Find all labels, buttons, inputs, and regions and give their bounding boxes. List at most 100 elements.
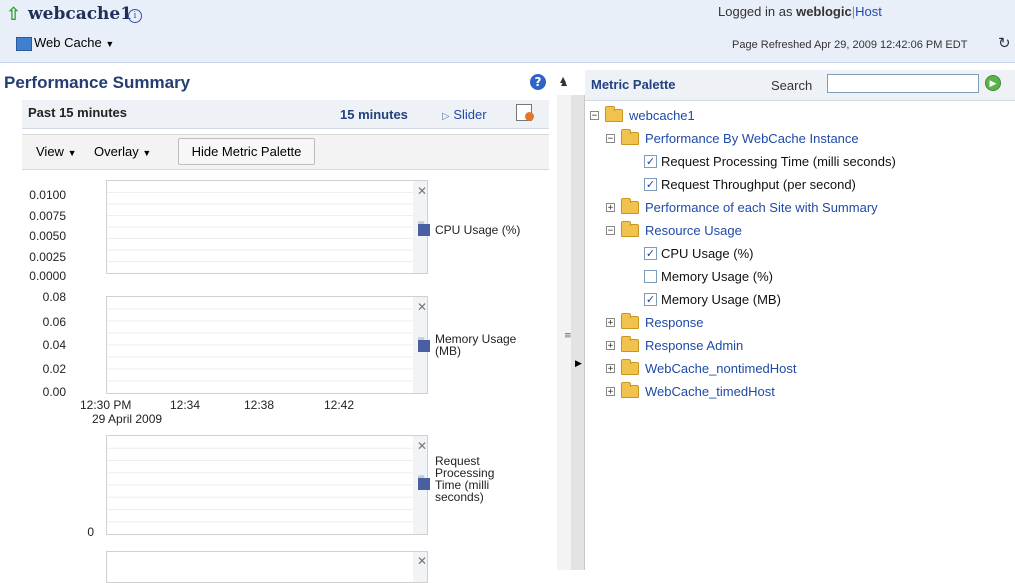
slider-play-icon: ▷ — [442, 111, 450, 122]
expand-icon[interactable]: + — [606, 340, 615, 350]
x-tick: 12:34 — [170, 398, 201, 412]
metric-checkbox[interactable] — [644, 269, 657, 283]
period-label: Past 15 minutes — [28, 105, 127, 120]
expand-icon[interactable]: + — [606, 363, 615, 373]
expand-icon[interactable]: + — [606, 202, 615, 212]
tree-folder-item[interactable]: + WebCache_timedHost — [606, 381, 775, 400]
tree-folder-item[interactable]: − Resource Usage — [606, 220, 742, 239]
tree-folder-item[interactable]: + WebCache_nontimedHost — [606, 358, 797, 377]
view-menu[interactable]: View ▼ — [36, 144, 77, 159]
collapse-arrow-icon[interactable]: ▶ — [575, 359, 582, 369]
y-tick: 0.0000 — [29, 269, 66, 283]
request-time-chart: ✕ ≡ Request Processing Time (milli secon… — [22, 433, 549, 543]
cpu-chart: 0.0100 0.0075 0.0050 0.0025 0.0000 ✕ ≡ C… — [22, 178, 549, 292]
collapse-icon[interactable]: − — [606, 133, 615, 143]
metric-checkbox[interactable]: ✓ — [644, 177, 657, 191]
tree-folder-item[interactable]: + Response Admin — [606, 335, 743, 354]
tree-item-label: Memory Usage (%) — [661, 268, 773, 284]
metric-palette-header: Metric Palette Search ▶ — [585, 70, 1015, 101]
page-header: ⇧ webcache1 i Web Cache ▼ Logged in as w… — [0, 0, 1015, 63]
summary-period-bar: Past 15 minutes 15 minutes ▷ Slider — [22, 100, 549, 129]
legend-label: seconds) — [435, 490, 484, 504]
tree-metric-item[interactable]: ✓ Request Throughput (per second) — [644, 175, 856, 193]
collapse-icon[interactable]: − — [590, 110, 599, 120]
target-menu-label: Web Cache — [34, 35, 102, 50]
tree-folder-item[interactable]: + Response — [606, 312, 704, 331]
tree-item-label[interactable]: Performance of each Site with Summary — [645, 200, 878, 215]
tree-metric-item[interactable]: ✓ CPU Usage (%) — [644, 244, 753, 262]
tree-item-label[interactable]: webcache1 — [629, 108, 695, 123]
webcache-menu-icon — [16, 37, 32, 51]
refresh-icon[interactable]: ↻ — [998, 34, 1011, 52]
tree-metric-item[interactable]: ✓ Request Processing Time (milli seconds) — [644, 152, 896, 170]
tree-item-label[interactable]: WebCache_nontimedHost — [645, 361, 797, 376]
close-icon[interactable]: ✕ — [417, 554, 427, 568]
folder-icon — [621, 358, 639, 375]
x-axis-date: 29 April 2009 — [92, 412, 163, 426]
metric-checkbox[interactable]: ✓ — [644, 246, 657, 260]
help-icon[interactable]: ? — [530, 74, 546, 90]
tree-folder-item[interactable]: − webcache1 — [590, 105, 695, 124]
host-link[interactable]: Host — [855, 4, 882, 19]
scroll-up-arrow-icon[interactable]: ▲ — [561, 78, 567, 87]
hide-metric-palette-button[interactable]: Hide Metric Palette — [178, 138, 315, 165]
folder-icon — [621, 312, 639, 329]
info-icon[interactable]: i — [128, 9, 142, 23]
overlay-menu[interactable]: Overlay ▼ — [94, 144, 151, 159]
legend-swatch — [418, 340, 430, 352]
expand-icon[interactable]: + — [606, 386, 615, 396]
tree-metric-item[interactable]: ✓ Memory Usage (MB) — [644, 290, 781, 308]
legend-label: CPU Usage (%) — [435, 223, 521, 237]
y-tick: 0.00 — [42, 385, 66, 399]
tree-metric-item[interactable]: Memory Usage (%) — [644, 267, 773, 285]
target-menu[interactable]: Web Cache ▼ — [34, 35, 114, 50]
request-plot-area — [106, 435, 414, 535]
metric-checkbox[interactable]: ✓ — [644, 154, 657, 168]
logged-in-text: Logged in as weblogic|Host — [718, 4, 882, 19]
y-tick: 0.0075 — [29, 209, 66, 223]
panel-splitter[interactable]: ≡ ▶ — [564, 95, 585, 570]
folder-icon — [621, 220, 639, 237]
y-tick: 0 — [87, 525, 94, 539]
y-tick: 0.0050 — [29, 229, 66, 243]
tree-item-label[interactable]: Response Admin — [645, 338, 743, 353]
close-icon[interactable]: ✕ — [417, 184, 427, 198]
expand-icon[interactable]: + — [606, 317, 615, 327]
folder-icon — [621, 381, 639, 398]
close-icon[interactable]: ✕ — [417, 439, 427, 453]
slider-label: Slider — [453, 107, 487, 122]
memory-plot-area — [106, 296, 414, 394]
tree-item-label: Memory Usage (MB) — [661, 291, 781, 307]
legend-swatch — [418, 478, 430, 490]
tree-folder-item[interactable]: − Performance By WebCache Instance — [606, 128, 859, 147]
memory-plot-svg — [107, 308, 413, 382]
target-up-icon: ⇧ — [6, 4, 22, 25]
folder-icon — [605, 105, 623, 122]
next-chart-partial: ✕ — [22, 549, 549, 583]
close-icon[interactable]: ✕ — [417, 300, 427, 314]
tree-folder-item[interactable]: + Performance of each Site with Summary — [606, 197, 878, 216]
tree-item-label: CPU Usage (%) — [661, 245, 754, 261]
x-tick: 12:38 — [244, 398, 275, 412]
cpu-plot-svg — [107, 192, 413, 262]
tree-item-label[interactable]: Resource Usage — [645, 223, 742, 238]
calendar-clock-badge — [525, 112, 534, 121]
search-input[interactable] — [827, 74, 979, 93]
slider-link[interactable]: ▷ Slider — [442, 107, 487, 122]
target-title: webcache1 — [28, 4, 133, 24]
chart-toolbar: View ▼ Overlay ▼ Hide Metric Palette — [22, 134, 549, 170]
y-tick: 0.0100 — [29, 188, 66, 202]
metric-checkbox[interactable]: ✓ — [644, 292, 657, 306]
performance-summary-title: Performance Summary — [4, 73, 191, 92]
folder-icon — [621, 128, 639, 145]
tree-item-label[interactable]: Performance By WebCache Instance — [645, 131, 859, 146]
tree-item-label[interactable]: WebCache_timedHost — [645, 384, 775, 399]
splitter-grip-icon[interactable]: ≡ — [564, 331, 572, 341]
y-tick: 0.02 — [42, 362, 66, 376]
legend-label: (MB) — [435, 344, 461, 358]
collapse-icon[interactable]: − — [606, 225, 615, 235]
search-go-icon[interactable]: ▶ — [985, 75, 1001, 91]
tree-item-label[interactable]: Response — [645, 315, 704, 330]
memory-chart: 0.08 0.06 0.04 0.02 0.00 ✕ ≡ Memory Usag… — [22, 290, 549, 432]
y-tick: 0.08 — [42, 290, 66, 304]
